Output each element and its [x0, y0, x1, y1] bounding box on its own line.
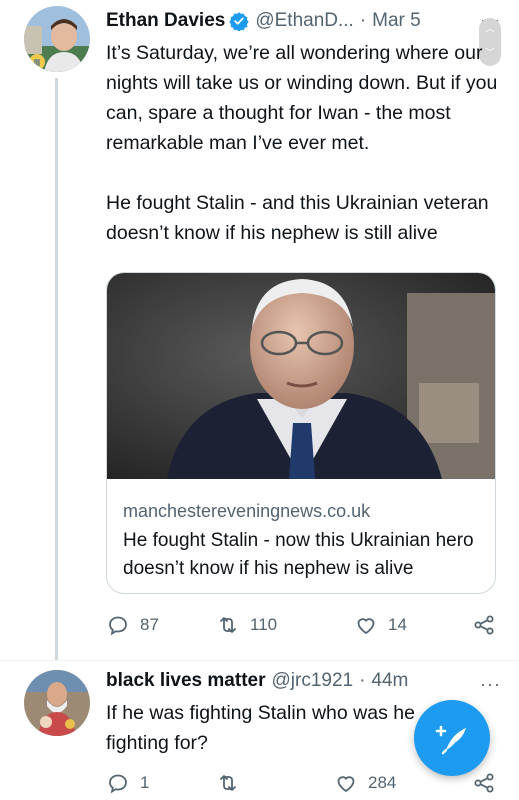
like-button[interactable]: 284 — [334, 771, 396, 795]
retweet-count: 110 — [250, 615, 278, 634]
reply-count: 87 — [140, 615, 159, 634]
tweet-text: If he was fighting Stalin who was he fig… — [106, 702, 421, 754]
avatar-image: Ⅲ — [24, 6, 90, 72]
like-button[interactable]: 14 — [354, 613, 407, 637]
card-image — [107, 273, 495, 479]
retweet-button[interactable]: 110 — [216, 613, 277, 637]
tweet-date[interactable]: Mar 5 — [372, 10, 421, 32]
svg-text:Ⅲ: Ⅲ — [34, 58, 41, 69]
reply-icon — [109, 616, 127, 636]
compose-tweet-button[interactable] — [414, 700, 490, 776]
retweet-icon — [220, 775, 236, 791]
separator-dot: · — [359, 670, 366, 691]
separator-dot: · — [359, 10, 367, 31]
card-domain: manchestereveningnews.co.uk — [123, 501, 371, 521]
tweet-date[interactable]: 44m — [371, 670, 408, 692]
avatar[interactable] — [24, 670, 90, 736]
avatar-image — [24, 670, 90, 736]
tweet-text: It’s Saturday, we’re all wondering where… — [106, 42, 498, 244]
author-handle[interactable]: @jrc1921 — [271, 670, 353, 692]
like-count: 284 — [368, 773, 397, 792]
like-count: 14 — [388, 615, 407, 634]
share-button[interactable] — [472, 771, 506, 795]
compose-tweet-icon — [435, 725, 466, 755]
author-name[interactable]: black lives matter — [106, 670, 265, 692]
tweet-header: black lives matter @jrc1921 · 44m — [106, 668, 408, 694]
more-icon[interactable]: ··· — [480, 674, 501, 695]
reply-count: 1 — [140, 773, 150, 792]
reply-icon — [109, 774, 127, 794]
link-card[interactable]: manchestereveningnews.co.uk He fought St… — [106, 272, 496, 594]
tweet-actions: 87 110 14 — [106, 610, 506, 640]
reply-button[interactable]: 1 — [106, 771, 149, 795]
share-button[interactable] — [472, 613, 506, 637]
card-title: He fought Stalin - now this Ukrainian he… — [123, 530, 474, 579]
tweet-1[interactable]: Ⅲ Ethan Davies @EthanD... · Mar 5 ··· ︿ … — [0, 0, 519, 660]
scroll-up-icon[interactable]: ︿ — [485, 25, 495, 35]
verified-badge-icon — [229, 12, 249, 31]
author-name[interactable]: Ethan Davies — [106, 10, 225, 32]
tweet-header: Ethan Davies @EthanD... · Mar 5 — [106, 8, 421, 34]
retweet-icon — [220, 617, 236, 633]
thread-line — [55, 78, 58, 660]
share-icon — [474, 615, 494, 635]
author-handle[interactable]: @EthanD... — [255, 10, 354, 32]
reply-button[interactable]: 87 — [106, 613, 159, 637]
like-icon — [357, 618, 375, 635]
retweet-button[interactable] — [216, 771, 250, 795]
like-icon — [337, 776, 355, 793]
avatar[interactable]: Ⅲ — [24, 6, 90, 72]
share-icon — [474, 773, 494, 793]
